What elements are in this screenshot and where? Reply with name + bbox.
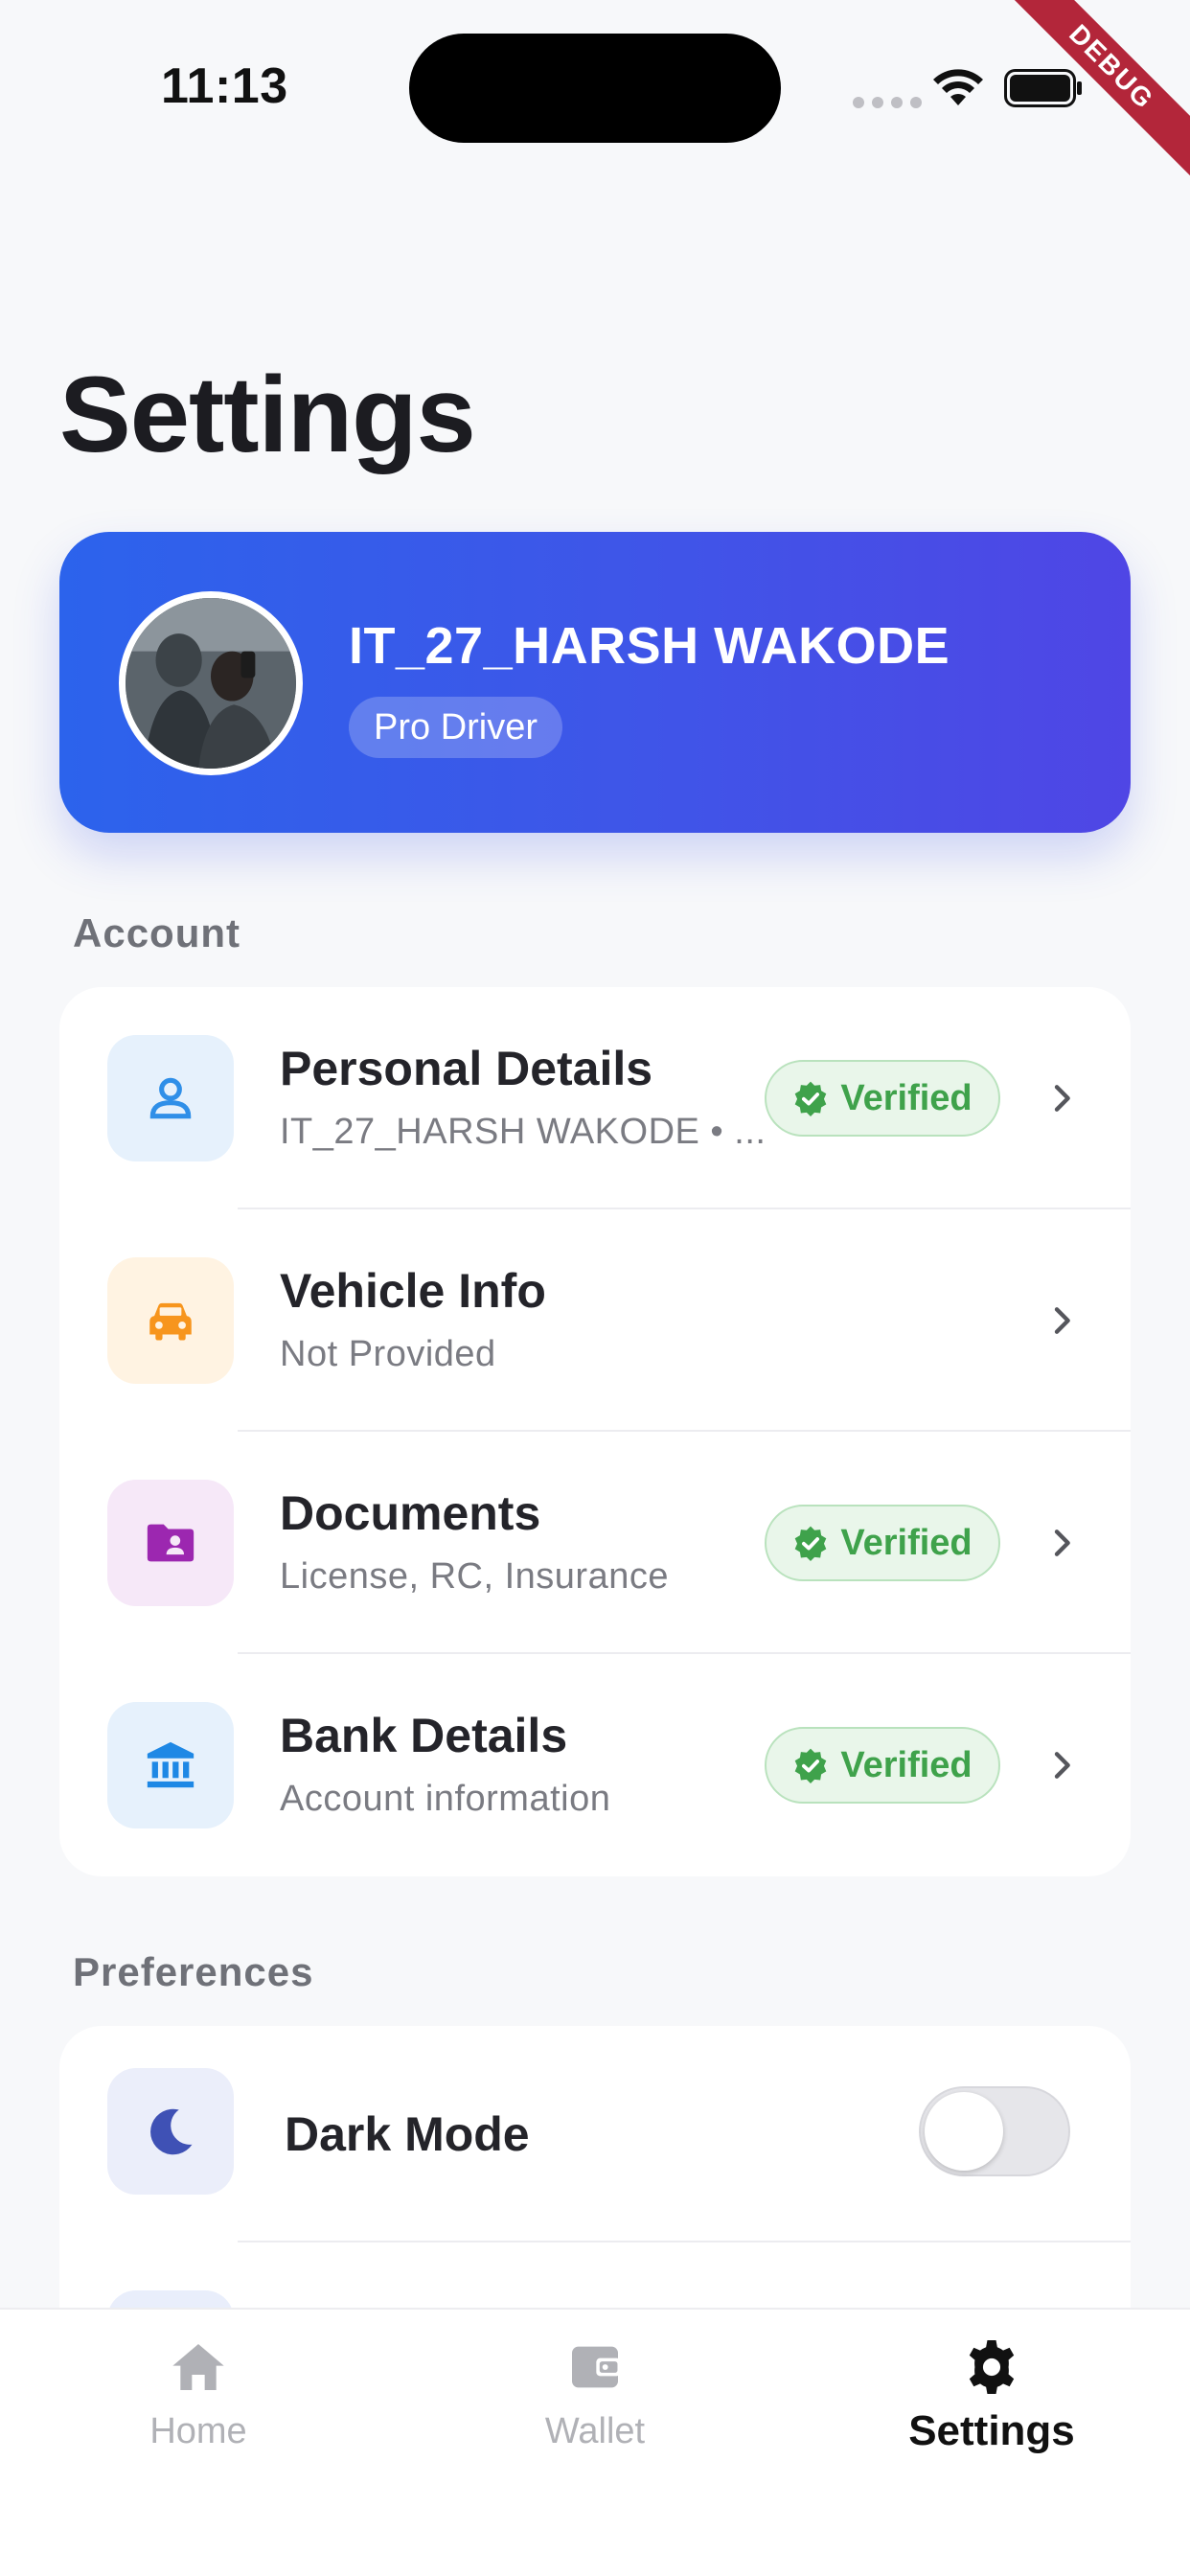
row-documents[interactable]: Documents License, RC, Insurance Verifie…	[59, 1432, 1131, 1654]
row-bank-details[interactable]: Bank Details Account information Verifie…	[59, 1654, 1131, 1876]
account-card: Personal Details IT_27_HARSH WAKODE • ..…	[59, 987, 1131, 1876]
toggle-knob	[925, 2092, 1003, 2171]
dark-mode-toggle[interactable]	[919, 2086, 1070, 2176]
row-title: Dark Mode	[285, 2107, 530, 2161]
row-subtitle: Not Provided	[280, 1334, 496, 1374]
bank-icon	[107, 1702, 234, 1828]
nav-label: Wallet	[544, 2411, 646, 2451]
row-title: Bank Details	[280, 1709, 568, 1762]
verified-check-icon	[795, 1526, 827, 1561]
car-icon	[107, 1257, 234, 1384]
cellular-signal-icon	[853, 97, 922, 108]
status-bar: 11:13 DEBUG	[0, 0, 1190, 191]
section-label-account: Account	[73, 910, 240, 955]
profile-name: IT_27_HARSH WAKODE	[349, 617, 950, 675]
verified-label: Verified	[840, 1077, 973, 1118]
dynamic-island	[409, 34, 781, 143]
row-subtitle: IT_27_HARSH WAKODE • ...	[280, 1112, 767, 1152]
person-icon	[107, 1035, 234, 1162]
verified-label: Verified	[840, 1744, 973, 1785]
moon-icon	[107, 2068, 234, 2195]
row-subtitle: Account information	[280, 1779, 611, 1819]
verified-check-icon	[795, 1748, 827, 1783]
section-label-preferences: Preferences	[73, 1949, 314, 1994]
row-dark-mode[interactable]: Dark Mode	[59, 2026, 1131, 2242]
row-title: Documents	[280, 1486, 541, 1540]
profile-card[interactable]: IT_27_HARSH WAKODE Pro Driver	[59, 532, 1131, 833]
wallet-icon	[572, 2346, 621, 2388]
id-folder-icon	[107, 1480, 234, 1606]
nav-label: Settings	[908, 2407, 1075, 2454]
nav-item-wallet[interactable]: Wallet	[470, 2336, 720, 2452]
avatar[interactable]	[119, 591, 303, 775]
nav-item-settings[interactable]: Settings	[867, 2336, 1116, 2455]
verified-badge: Verified	[765, 1060, 1000, 1137]
verified-check-icon	[795, 1081, 827, 1116]
chevron-right-icon	[1054, 1752, 1070, 1779]
row-title: Vehicle Info	[280, 1264, 546, 1318]
row-subtitle: License, RC, Insurance	[280, 1556, 669, 1597]
chevron-right-icon	[1054, 1307, 1070, 1334]
row-title: Personal Details	[280, 1042, 653, 1095]
row-vehicle-info[interactable]: Vehicle Info Not Provided	[59, 1209, 1131, 1432]
bottom-nav: Home Wallet Settings	[0, 2308, 1190, 2576]
battery-icon	[1004, 69, 1082, 107]
verified-badge: Verified	[765, 1727, 1000, 1804]
row-personal-details[interactable]: Personal Details IT_27_HARSH WAKODE • ..…	[59, 987, 1131, 1209]
home-icon	[172, 2344, 224, 2390]
profile-badge: Pro Driver	[349, 697, 563, 758]
chevron-right-icon	[1054, 1085, 1070, 1112]
wifi-icon	[933, 69, 983, 105]
nav-label: Home	[149, 2411, 247, 2451]
verified-label: Verified	[840, 1522, 973, 1563]
status-time: 11:13	[161, 58, 288, 114]
chevron-right-icon	[1054, 1530, 1070, 1556]
page-title: Settings	[59, 355, 476, 474]
nav-item-home[interactable]: Home	[74, 2336, 323, 2452]
verified-badge: Verified	[765, 1505, 1000, 1581]
gear-icon	[969, 2340, 1015, 2394]
